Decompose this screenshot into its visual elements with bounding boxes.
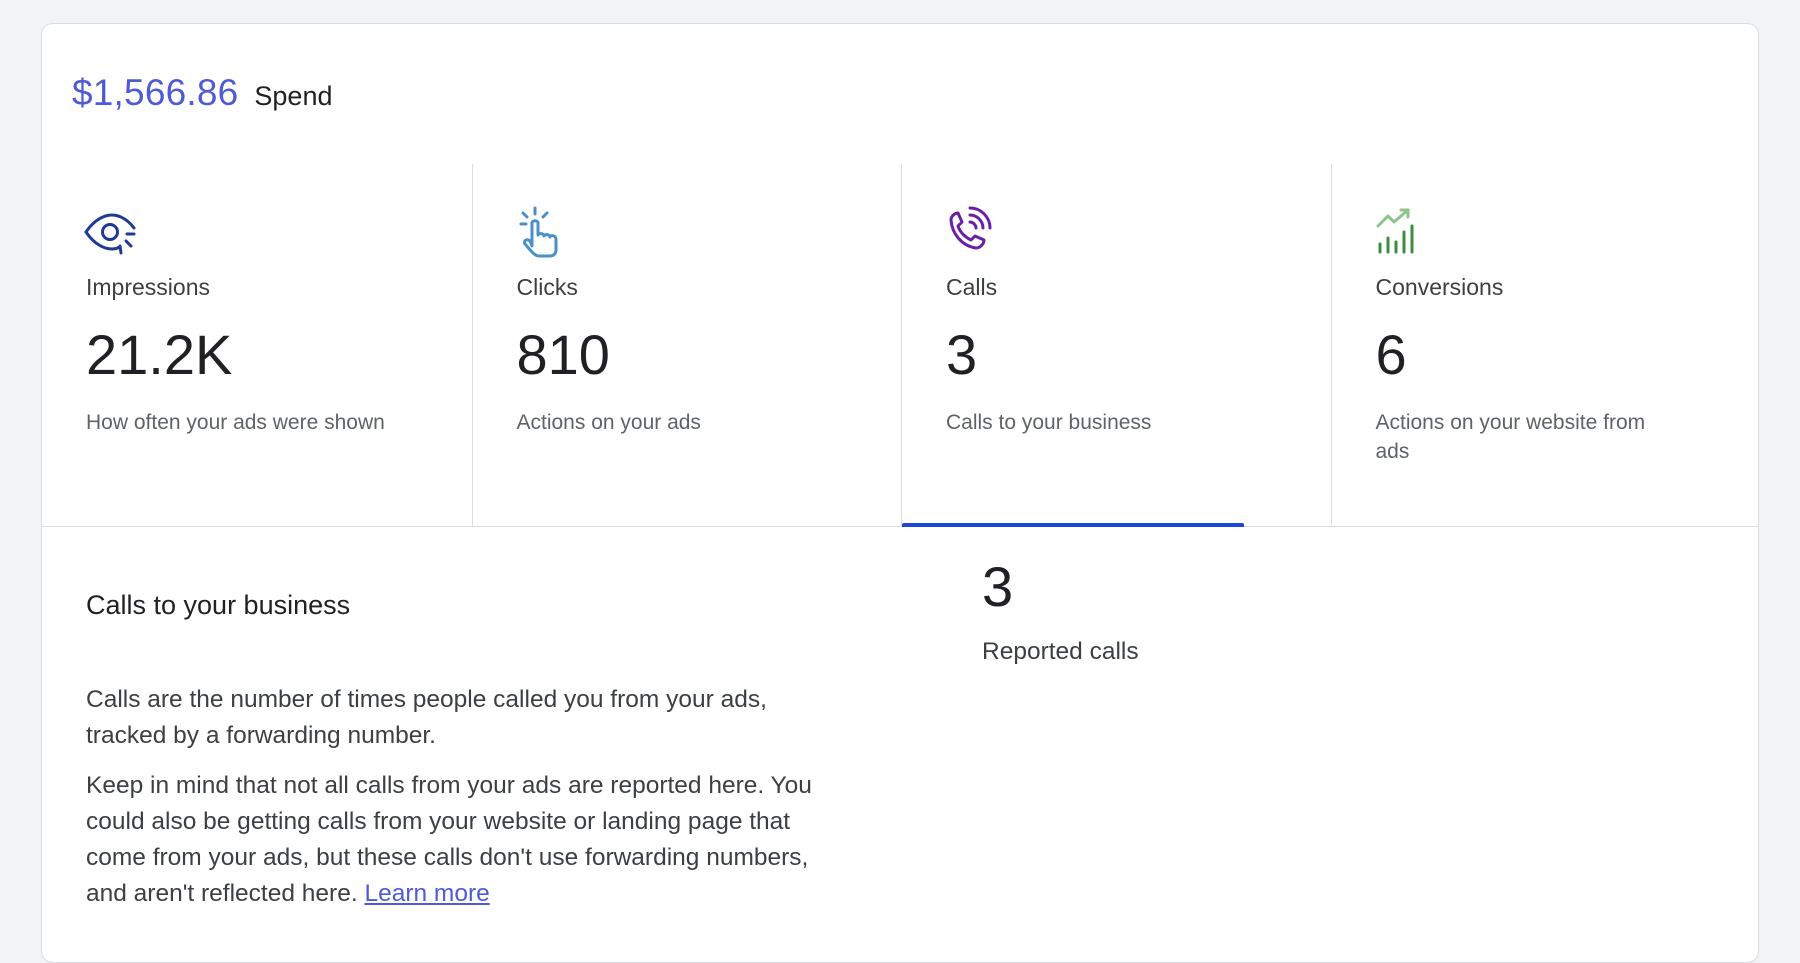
metric-description: Actions on your ads bbox=[516, 411, 701, 434]
metric-description: How often your ads were shown bbox=[86, 411, 385, 434]
metric-tile-clicks[interactable]: Clicks 810 Actions on your ads bbox=[471, 164, 902, 526]
metric-tiles: Impressions 21.2K How often your ads wer… bbox=[42, 164, 1759, 527]
detail-description: Calls are the number of times people cal… bbox=[86, 682, 846, 926]
metric-value: 3 bbox=[946, 323, 978, 386]
metric-tile-conversions[interactable]: Conversions 6 Actions on your website fr… bbox=[1330, 164, 1759, 526]
detail-title: Calls to your business bbox=[86, 590, 351, 620]
learn-more-link[interactable]: Learn more bbox=[364, 880, 489, 907]
reported-calls-label: Reported calls bbox=[982, 638, 1139, 665]
eye-icon bbox=[84, 213, 136, 255]
metric-label: Calls bbox=[946, 274, 998, 300]
bar-chart-trend-icon bbox=[1376, 208, 1413, 254]
metric-label: Conversions bbox=[1375, 274, 1504, 300]
metric-value: 810 bbox=[516, 323, 610, 386]
detail-paragraph: Calls are the number of times people cal… bbox=[86, 686, 767, 749]
detail-paragraph: Keep in mind that not all calls from you… bbox=[86, 768, 846, 912]
performance-card: $1,566.86 Spend Impressions 21.2K How of… bbox=[41, 23, 1759, 963]
tap-icon bbox=[519, 206, 557, 258]
metric-tile-impressions[interactable]: Impressions 21.2K How often your ads wer… bbox=[42, 164, 472, 526]
selected-tab-indicator bbox=[902, 523, 1244, 527]
metric-value: 21.2K bbox=[86, 323, 233, 386]
metric-description: Calls to your business bbox=[946, 411, 1152, 434]
metric-value: 6 bbox=[1375, 323, 1407, 386]
spend-label: Spend bbox=[254, 81, 333, 111]
spend-amount: $1,566.86 bbox=[72, 72, 239, 113]
spend-summary: $1,566.86 Spend bbox=[72, 72, 332, 114]
metric-label: Clicks bbox=[516, 274, 578, 300]
reported-calls-value: 3 bbox=[982, 555, 1014, 618]
phone-call-icon bbox=[949, 206, 992, 250]
metric-tile-calls[interactable]: Calls 3 Calls to your business bbox=[901, 164, 1331, 527]
metric-description: Actions on your website from ads bbox=[1375, 411, 1646, 463]
metric-label: Impressions bbox=[86, 274, 210, 300]
